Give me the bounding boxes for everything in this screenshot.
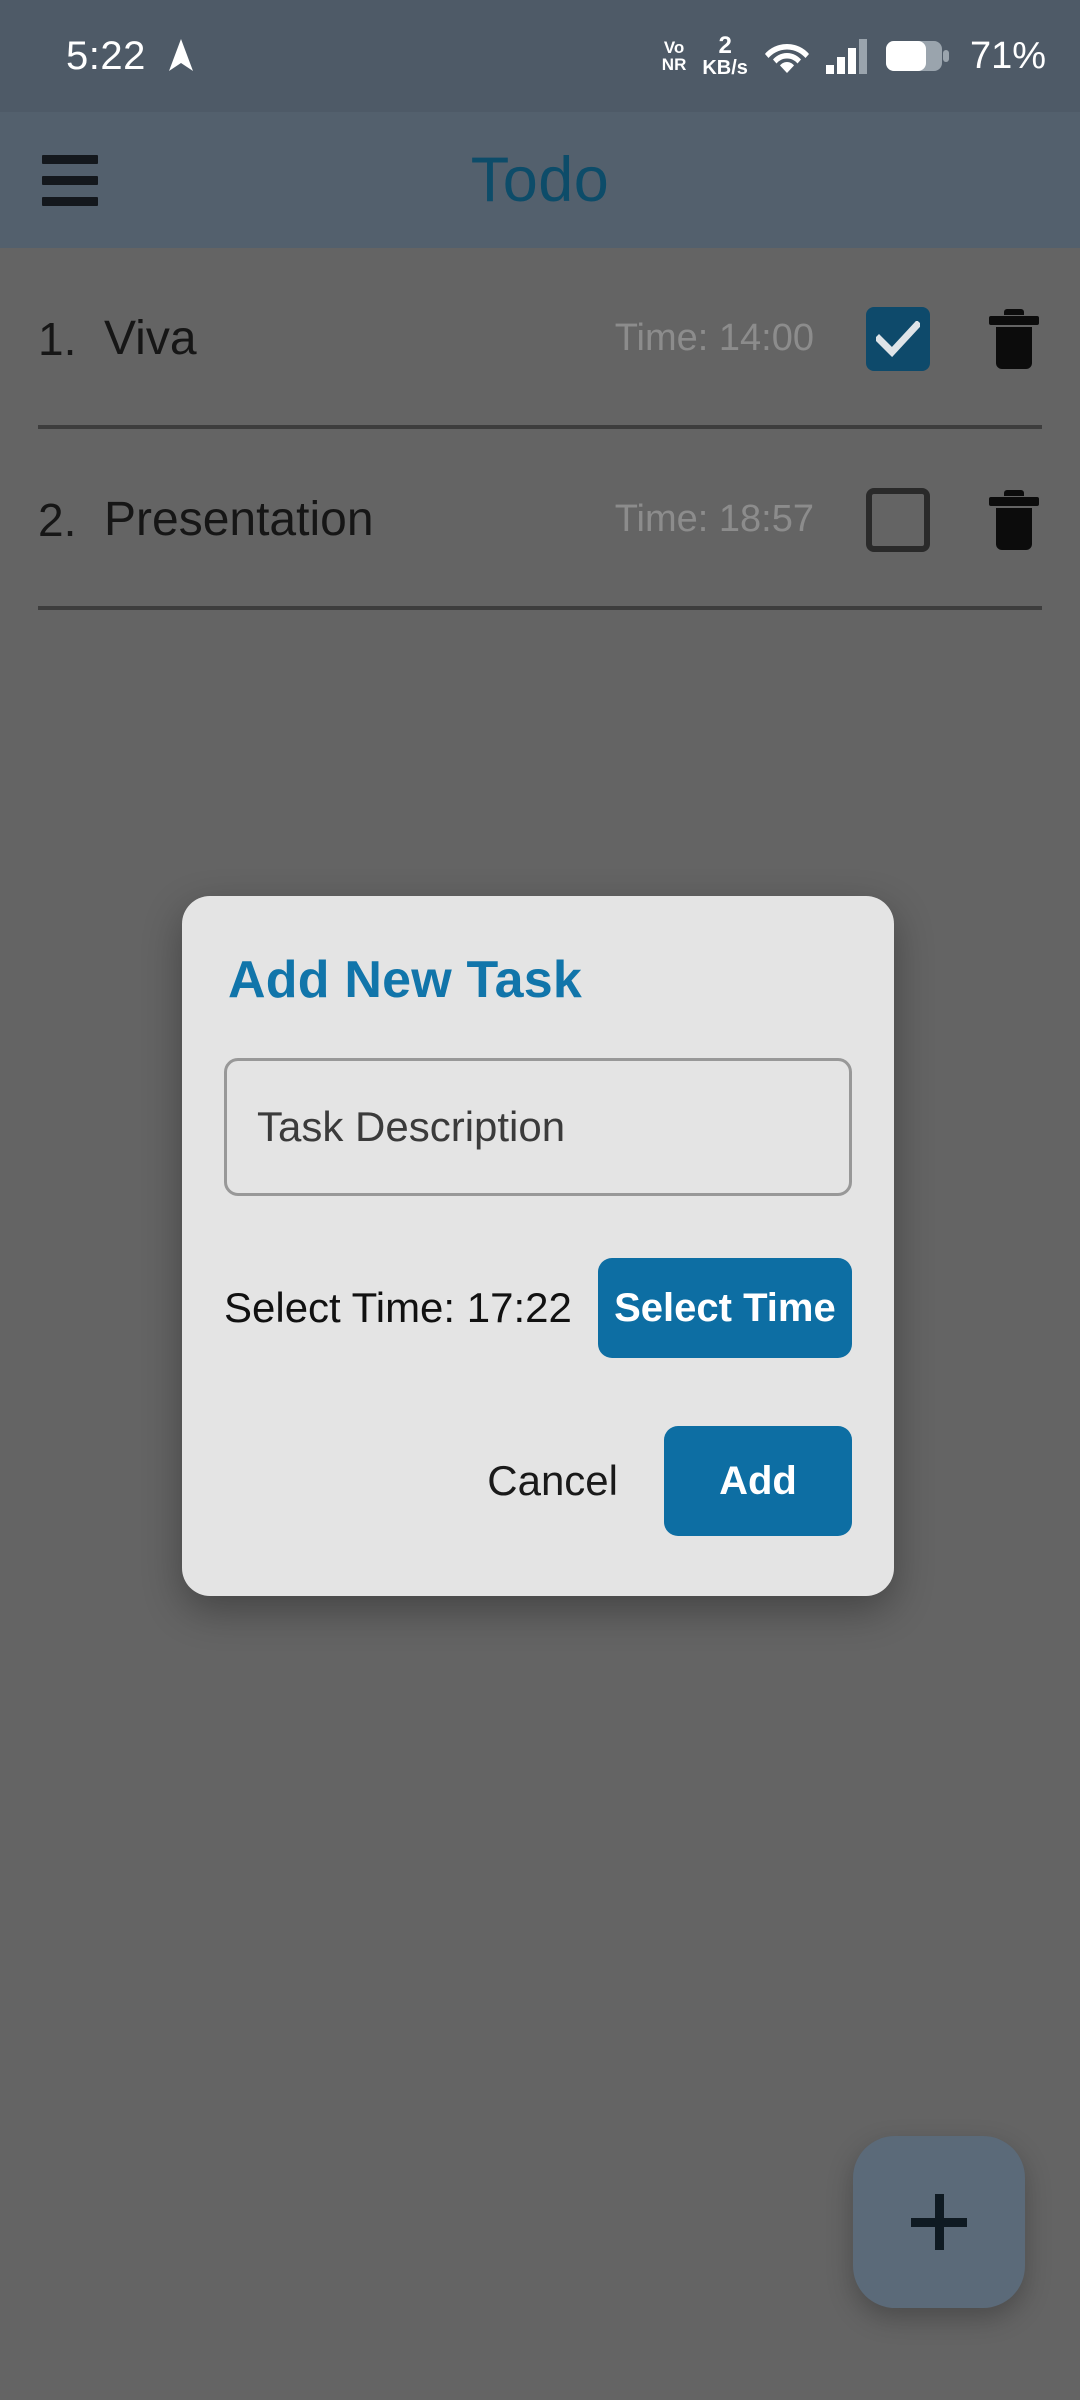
- dialog-actions: Cancel Add: [224, 1426, 852, 1536]
- task-description-input[interactable]: [224, 1058, 852, 1196]
- select-time-button[interactable]: Select Time: [597, 1258, 852, 1358]
- selected-time-label: Select Time: 17:22: [224, 1284, 572, 1331]
- phone-screen: 5:22 Vo NR 2 KB/s 71% Todo 1. Viva Time:…: [0, 0, 1080, 2400]
- add-button[interactable]: Add: [664, 1426, 852, 1536]
- select-time-row: Select Time: 17:22 Select Time: [224, 1258, 852, 1358]
- add-task-dialog: Add New Task Select Time: 17:22 Select T…: [182, 896, 894, 1596]
- add-task-fab[interactable]: [853, 2136, 1025, 2308]
- cancel-button[interactable]: Cancel: [473, 1439, 632, 1523]
- plus-icon-horizontal: [911, 2217, 967, 2227]
- dialog-title: Add New Task: [228, 951, 582, 1009]
